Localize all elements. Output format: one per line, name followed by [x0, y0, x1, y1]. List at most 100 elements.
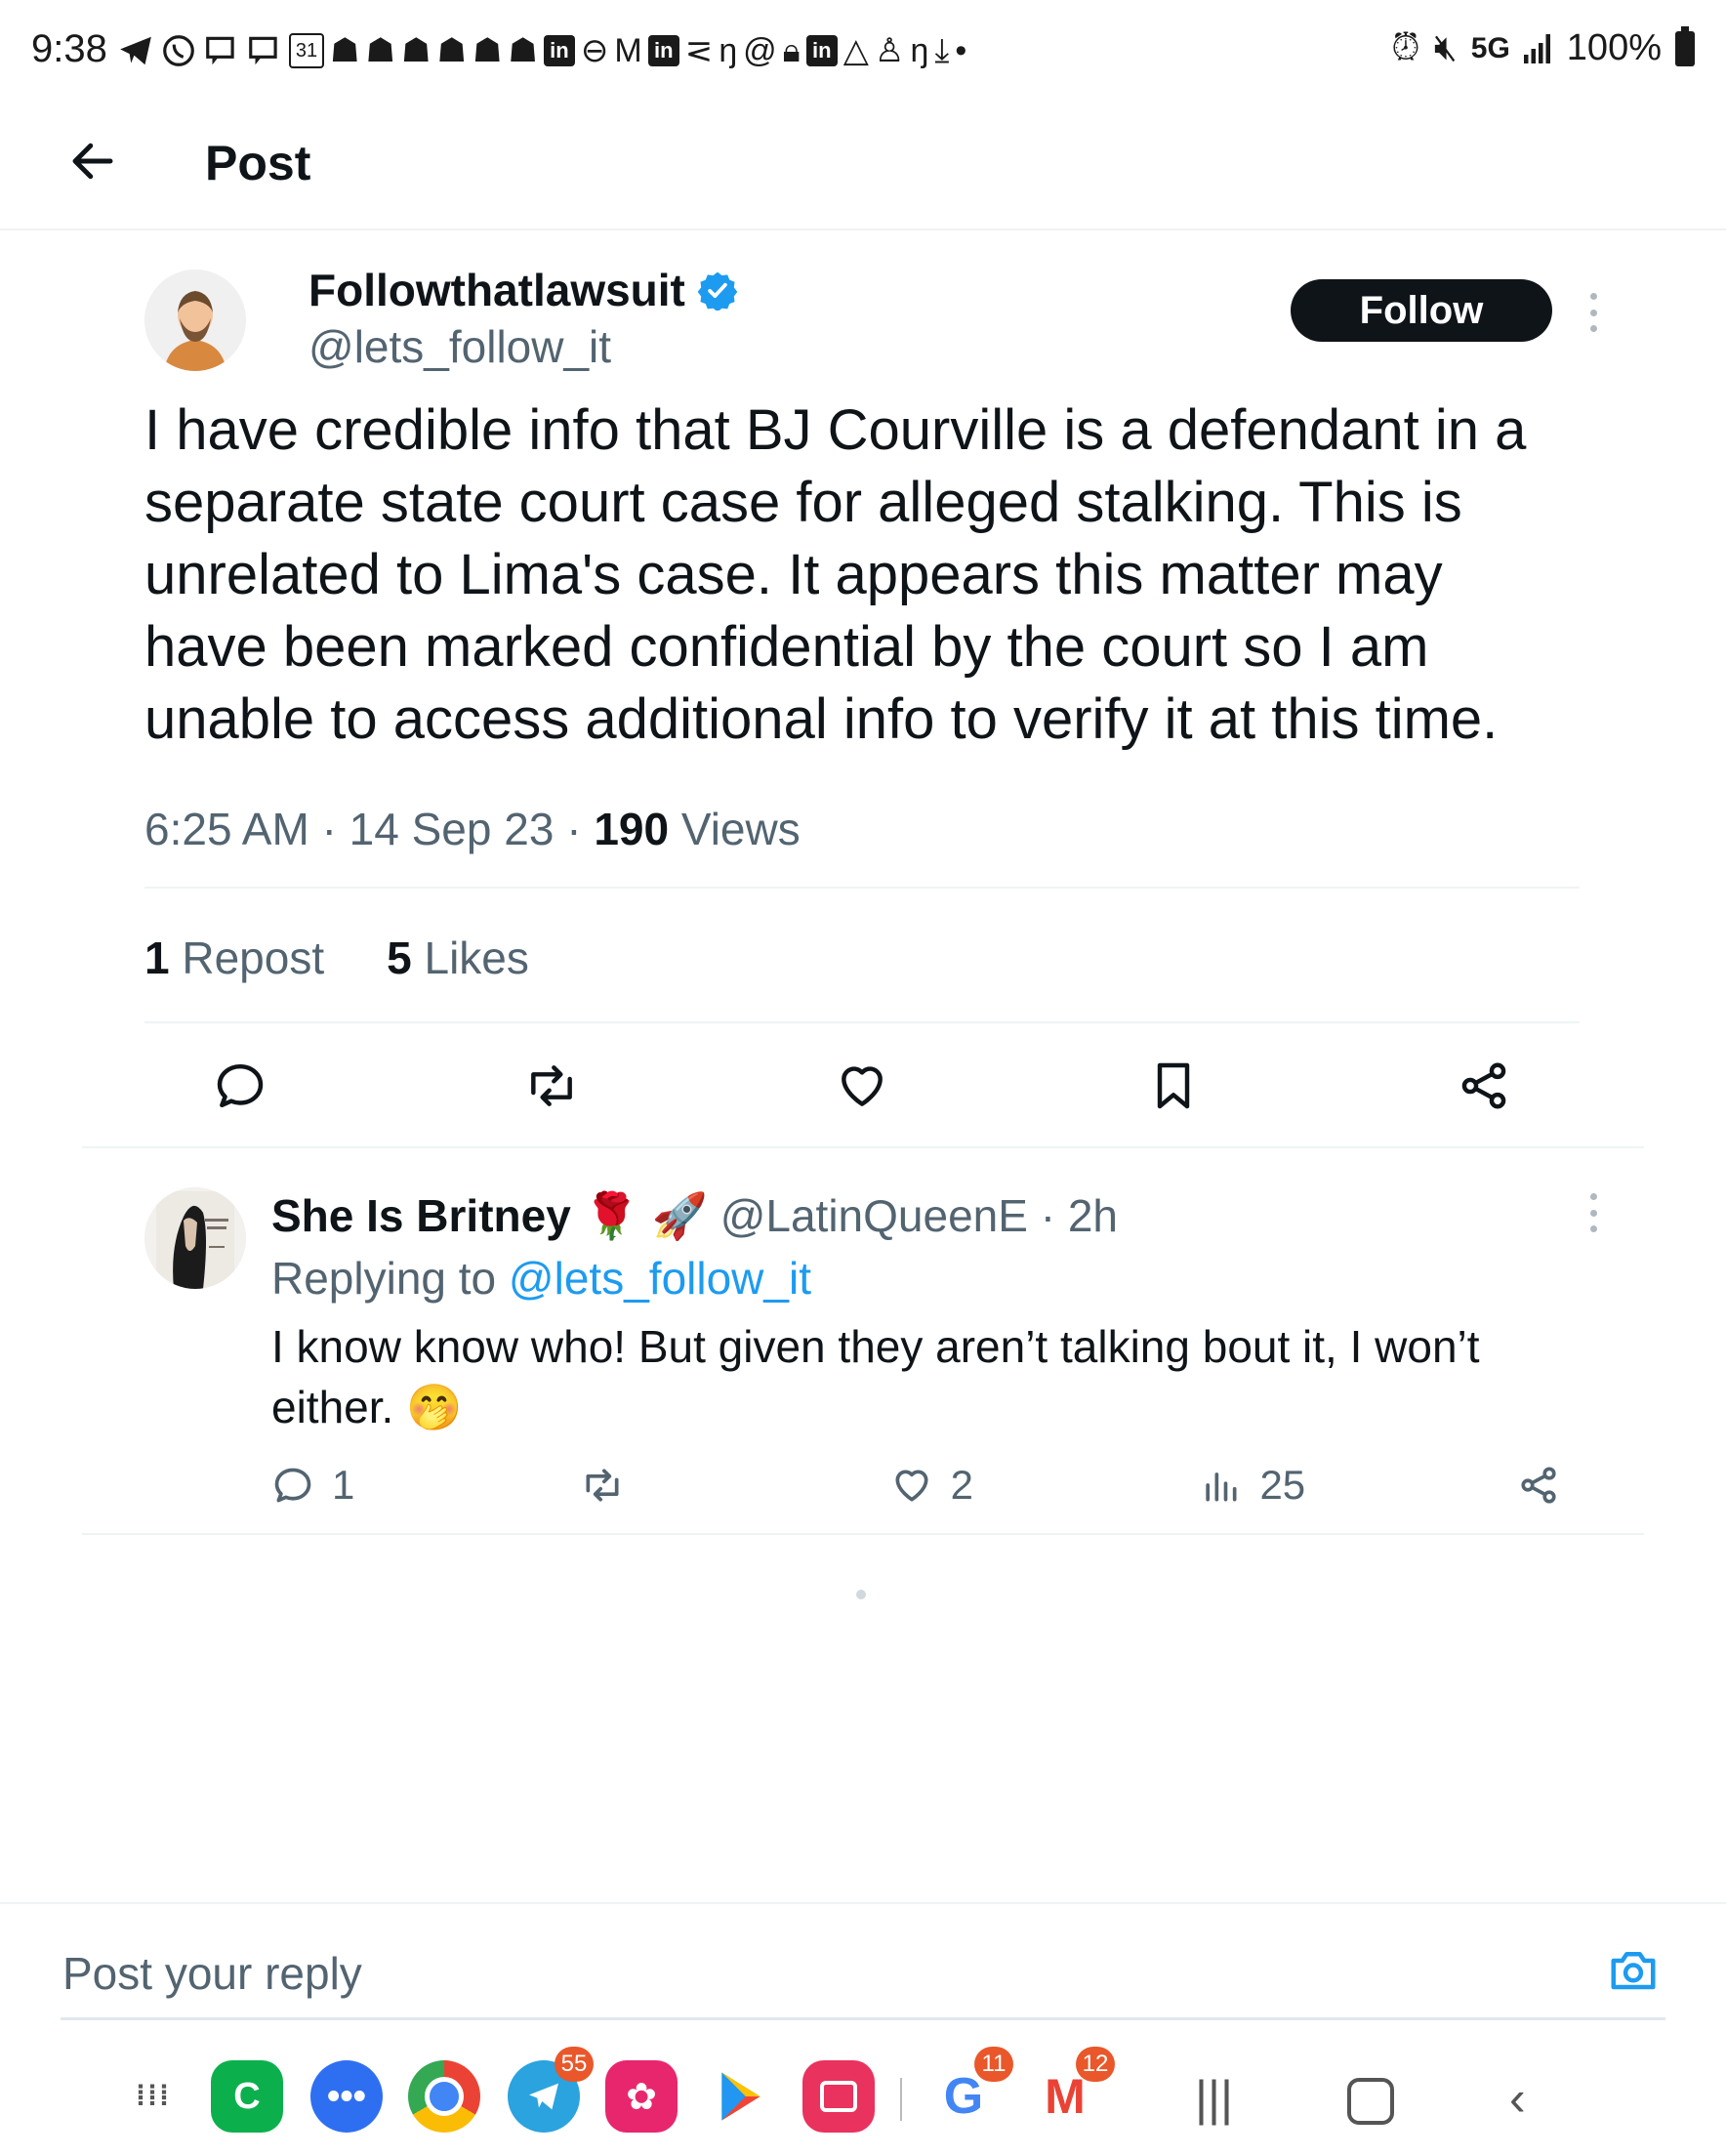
follow-button[interactable]: Follow [1291, 279, 1552, 342]
reply-author-name[interactable]: She Is Britney [271, 1190, 571, 1241]
reply-avatar[interactable] [144, 1187, 246, 1289]
chat-icon [206, 36, 234, 65]
app-drawer-icon[interactable]: ⁞⁞⁞ [117, 2060, 189, 2133]
reply-repost-button[interactable] [581, 1464, 678, 1507]
alarm-icon: ⏰︎ [1391, 27, 1420, 68]
meta-separator: · [1040, 1190, 1056, 1241]
phone-app-icon[interactable]: C [211, 2060, 283, 2133]
battery-percent: 100% [1566, 27, 1662, 68]
reply-share-button[interactable] [1517, 1464, 1560, 1507]
tweet-meta: 6:25 AM · 14 Sep 23 · 190 Views [144, 803, 801, 855]
snapchat-icon: ☗ [508, 32, 538, 69]
threads-icon: @ [743, 31, 777, 69]
divider [144, 1021, 1580, 1023]
reply-header: She Is Britney 🌹 🚀 @LatinQueenE · 2h [271, 1189, 1118, 1243]
author-avatar[interactable] [144, 270, 246, 371]
messages-app-icon[interactable]: ••• [310, 2060, 383, 2133]
battery-icon [1675, 25, 1695, 66]
like-icon [895, 1470, 928, 1502]
repost-icon[interactable] [522, 1057, 581, 1115]
dot-icon: • [955, 31, 967, 69]
camera-icon[interactable] [1607, 1943, 1660, 1996]
tweet-actions [144, 1055, 1580, 1117]
tweet-date: 14 Sep 23 [349, 804, 555, 854]
recent-apps-button[interactable]: ||| [1195, 2070, 1233, 2127]
gallery-app-icon[interactable]: ✿ [605, 2060, 678, 2133]
more-options-icon[interactable] [1583, 293, 1603, 332]
engagement-stats: 1 Repost 5 Likes [144, 932, 529, 984]
reply-author-handle[interactable]: @LatinQueenE [720, 1190, 1028, 1241]
reply-composer[interactable]: Post your reply [0, 1902, 1726, 2021]
device-dock: ⁞⁞⁞ C ••• 55 ✿ G 11 M 12 ||| ‹ [0, 2047, 1726, 2156]
status-time: 9:38 [31, 27, 107, 70]
views-chart-icon [1206, 1472, 1237, 1502]
snapchat-icon: ☗ [330, 32, 360, 69]
views-label: Views [680, 804, 801, 854]
tweet-text: I have credible info that BJ Courville i… [144, 398, 1527, 751]
linkedin-icon: in [543, 35, 575, 66]
google-badge: 11 [974, 2047, 1013, 2082]
status-right: ⏰︎ 🔇︎ 5G 100% [1391, 25, 1695, 69]
likes-stat[interactable]: 5 Likes [387, 932, 529, 984]
reply-count: 1 [332, 1462, 355, 1508]
network-label: 5G [1470, 31, 1510, 64]
gmail-app-icon[interactable]: M 12 [1029, 2047, 1115, 2133]
mute-icon: 🔇︎ [1433, 27, 1458, 68]
app-icon: ⋜ [684, 32, 714, 69]
back-arrow-icon[interactable] [66, 135, 119, 187]
top-bar: Post [0, 105, 1726, 230]
tweet-time: 6:25 AM [144, 804, 309, 854]
dock-separator [900, 2078, 902, 2121]
play-store-app-icon[interactable] [705, 2060, 777, 2133]
download-icon: ⤓ [934, 31, 950, 69]
views-count: 190 [594, 804, 670, 854]
likes-count: 5 [387, 933, 412, 983]
replying-handle-link[interactable]: @lets_follow_it [509, 1253, 811, 1304]
reply-views-button[interactable]: 25 [1199, 1462, 1305, 1509]
meta-separator: · [566, 804, 582, 854]
reply-text: I know know who! But given they aren’t t… [271, 1316, 1580, 1437]
like-count: 2 [950, 1462, 973, 1508]
telegram-badge: 55 [555, 2047, 594, 2082]
like-icon[interactable] [833, 1057, 891, 1115]
bookmark-icon[interactable] [1144, 1057, 1203, 1115]
divider [144, 887, 1580, 889]
app-icon: ⊖ [580, 32, 609, 69]
camera-app-icon[interactable] [802, 2060, 875, 2133]
verified-badge-icon [697, 271, 738, 311]
loading-indicator [856, 1590, 866, 1599]
reply-icon[interactable] [211, 1057, 269, 1115]
telegram-app-icon[interactable]: 55 [508, 2047, 594, 2133]
reposts-stat[interactable]: 1 Repost [144, 932, 324, 984]
view-count: 25 [1259, 1462, 1306, 1508]
reposts-count: 1 [144, 933, 170, 983]
reply-actions: 1 2 25 [271, 1461, 1560, 1510]
back-button[interactable]: ‹ [1509, 2070, 1526, 2127]
home-button[interactable] [1347, 2078, 1394, 2125]
reply-input-placeholder[interactable]: Post your reply [62, 1947, 362, 2000]
signal-icon [1523, 33, 1550, 63]
status-bar: 9:38 31 ☗ ☗ ☗ ☗ ☗ ☗ in ⊖ M in ⋜ ŋ @ 🔒︎ i… [0, 0, 1726, 105]
page-title: Post [205, 136, 311, 190]
reply-age: 2h [1067, 1190, 1118, 1241]
author-handle[interactable]: @lets_follow_it [308, 320, 611, 373]
author-name[interactable]: Followthatlawsuit [308, 264, 685, 316]
drive-icon: △ [842, 32, 869, 69]
google-app-icon[interactable]: G 11 [927, 2047, 1013, 2133]
replying-to: Replying to @lets_follow_it [271, 1252, 811, 1305]
divider [82, 1533, 1644, 1535]
share-icon[interactable] [1455, 1057, 1513, 1115]
notification-icons: 31 ☗ ☗ ☗ ☗ ☗ ☗ in ⊖ M in ⋜ ŋ @ 🔒︎ in △ ♙… [117, 29, 966, 72]
snapchat-icon: ☗ [436, 32, 467, 69]
linkedin-icon: in [647, 35, 679, 66]
reply-author-emojis: 🌹 🚀 [583, 1190, 708, 1241]
reposts-label: Repost [182, 933, 325, 983]
reply-more-options-icon[interactable] [1583, 1193, 1603, 1232]
reply-reply-button[interactable]: 1 [271, 1462, 369, 1509]
chat-icon [249, 36, 277, 65]
snapchat-icon: ☗ [472, 32, 503, 69]
chrome-app-icon[interactable] [408, 2060, 480, 2133]
whatsapp-icon [163, 35, 194, 66]
reply-like-button[interactable]: 2 [890, 1462, 988, 1509]
divider [82, 1146, 1644, 1148]
